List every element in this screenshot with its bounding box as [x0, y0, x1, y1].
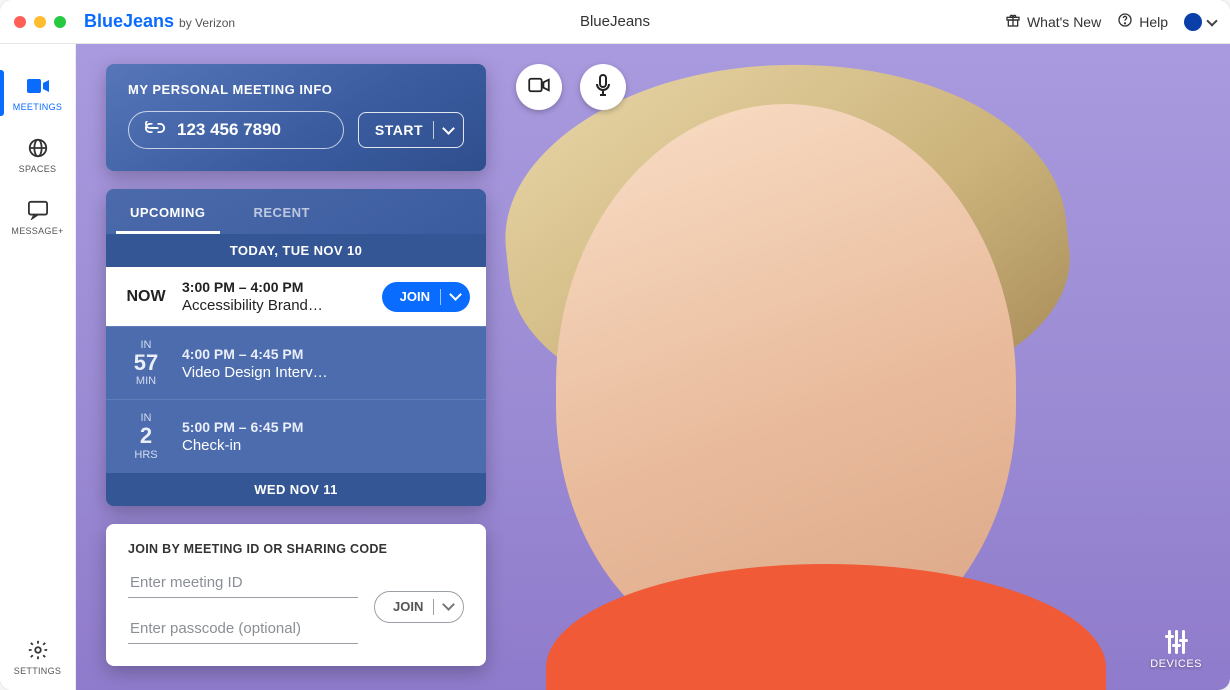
sidebar-item-label: MEETINGS: [13, 102, 62, 112]
sidebar-item-message[interactable]: MESSAGE+: [0, 188, 75, 250]
meetings-tabs: UPCOMING RECENT: [106, 189, 486, 234]
brand-main-text: BlueJeans: [84, 11, 174, 32]
meeting-row[interactable]: IN 2 HRS 5:00 PM – 6:45 PM Check-in: [106, 399, 486, 472]
personal-meeting-title: MY PERSONAL MEETING INFO: [128, 82, 464, 97]
account-menu[interactable]: [1184, 13, 1216, 31]
window-title: BlueJeans: [580, 13, 650, 30]
left-panel-stack: MY PERSONAL MEETING INFO 123 456 7890 ST…: [106, 64, 486, 666]
brand-logo: BlueJeans by Verizon: [84, 11, 235, 32]
meeting-title: Video Design Interv…: [182, 364, 470, 381]
chevron-down-icon: [451, 289, 460, 304]
sidebar-item-spaces[interactable]: SPACES: [0, 126, 75, 188]
sidebar-item-label: SPACES: [19, 164, 57, 174]
meeting-body: 3:00 PM – 4:00 PM Accessibility Brand…: [182, 279, 370, 314]
avatar-icon: [1184, 13, 1202, 31]
start-meeting-button[interactable]: START: [358, 112, 464, 148]
personal-meeting-id-value: 123 456 7890: [177, 120, 281, 140]
meeting-time: 3:00 PM – 4:00 PM: [182, 279, 370, 295]
meeting-title: Accessibility Brand…: [182, 297, 370, 314]
titlebar: BlueJeans by Verizon BlueJeans What's Ne…: [0, 0, 1230, 44]
meeting-body: 5:00 PM – 6:45 PM Check-in: [182, 419, 470, 454]
help-label: Help: [1139, 14, 1168, 30]
meeting-time: 5:00 PM – 6:45 PM: [182, 419, 470, 435]
personal-meeting-card: MY PERSONAL MEETING INFO 123 456 7890 ST…: [106, 64, 486, 171]
chevron-down-icon: [444, 122, 453, 138]
join-meeting-button[interactable]: JOIN: [382, 282, 470, 312]
chat-icon: [26, 198, 50, 222]
start-label: START: [375, 122, 423, 138]
video-camera-icon: [26, 74, 50, 98]
whats-new-link[interactable]: What's New: [1005, 12, 1101, 31]
day-header-today: TODAY, TUE NOV 10: [106, 234, 486, 267]
sidebar-item-label: MESSAGE+: [11, 226, 63, 236]
mic-toggle-button[interactable]: [580, 64, 626, 110]
devices-button[interactable]: DEVICES: [1150, 630, 1202, 670]
tab-upcoming[interactable]: UPCOMING: [106, 189, 230, 234]
app-window: BlueJeans by Verizon BlueJeans What's Ne…: [0, 0, 1230, 690]
chevron-down-icon: [444, 599, 453, 614]
join-card-title: JOIN BY MEETING ID OR SHARING CODE: [128, 542, 464, 556]
help-icon: [1117, 12, 1133, 31]
meeting-when: IN 57 MIN: [122, 339, 170, 387]
meeting-row[interactable]: IN 57 MIN 4:00 PM – 4:45 PM Video Design…: [106, 326, 486, 399]
meeting-id-input[interactable]: [128, 570, 358, 598]
meeting-time: 4:00 PM – 4:45 PM: [182, 346, 470, 362]
gift-icon: [1005, 12, 1021, 31]
join-label: JOIN: [393, 599, 423, 614]
join-by-id-button[interactable]: JOIN: [374, 591, 464, 623]
day-header-next: WED NOV 11: [106, 473, 486, 506]
whats-new-label: What's New: [1027, 14, 1101, 30]
minimize-window-button[interactable]: [34, 16, 46, 28]
personal-meeting-id[interactable]: 123 456 7890: [128, 111, 344, 149]
meeting-row-now[interactable]: NOW 3:00 PM – 4:00 PM Accessibility Bran…: [106, 267, 486, 326]
window-controls: [14, 16, 66, 28]
brand-sub-text: by Verizon: [179, 16, 235, 30]
video-camera-icon: [528, 77, 550, 98]
meeting-when: NOW: [122, 288, 170, 306]
globe-icon: [26, 136, 50, 160]
sidebar-item-settings[interactable]: SETTINGS: [0, 628, 75, 690]
gear-icon: [26, 638, 50, 662]
sidebar: MEETINGS SPACES MESSAGE+ SETTINGS: [0, 44, 76, 690]
devices-label: DEVICES: [1150, 658, 1202, 670]
sidebar-item-meetings[interactable]: MEETINGS: [0, 64, 75, 126]
av-toggle-controls: [516, 64, 626, 110]
tab-recent[interactable]: RECENT: [230, 189, 334, 234]
passcode-input[interactable]: [128, 616, 358, 644]
close-window-button[interactable]: [14, 16, 26, 28]
meeting-title: Check-in: [182, 437, 470, 454]
link-icon: [145, 120, 165, 140]
sidebar-item-label: SETTINGS: [14, 666, 61, 676]
titlebar-right: What's New Help: [1005, 12, 1216, 31]
content-area: MY PERSONAL MEETING INFO 123 456 7890 ST…: [76, 44, 1230, 690]
microphone-icon: [595, 74, 611, 101]
meeting-body: 4:00 PM – 4:45 PM Video Design Interv…: [182, 346, 470, 381]
sliders-icon: [1168, 630, 1185, 654]
main-area: MEETINGS SPACES MESSAGE+ SETTINGS: [0, 44, 1230, 690]
meetings-card: UPCOMING RECENT TODAY, TUE NOV 10 NOW 3:…: [106, 189, 486, 506]
chevron-down-icon: [1208, 14, 1216, 30]
camera-toggle-button[interactable]: [516, 64, 562, 110]
join-label: JOIN: [400, 289, 430, 304]
join-by-id-card: JOIN BY MEETING ID OR SHARING CODE JOIN: [106, 524, 486, 666]
zoom-window-button[interactable]: [54, 16, 66, 28]
now-label: NOW: [126, 288, 165, 306]
meeting-when: IN 2 HRS: [122, 412, 170, 460]
help-link[interactable]: Help: [1117, 12, 1168, 31]
